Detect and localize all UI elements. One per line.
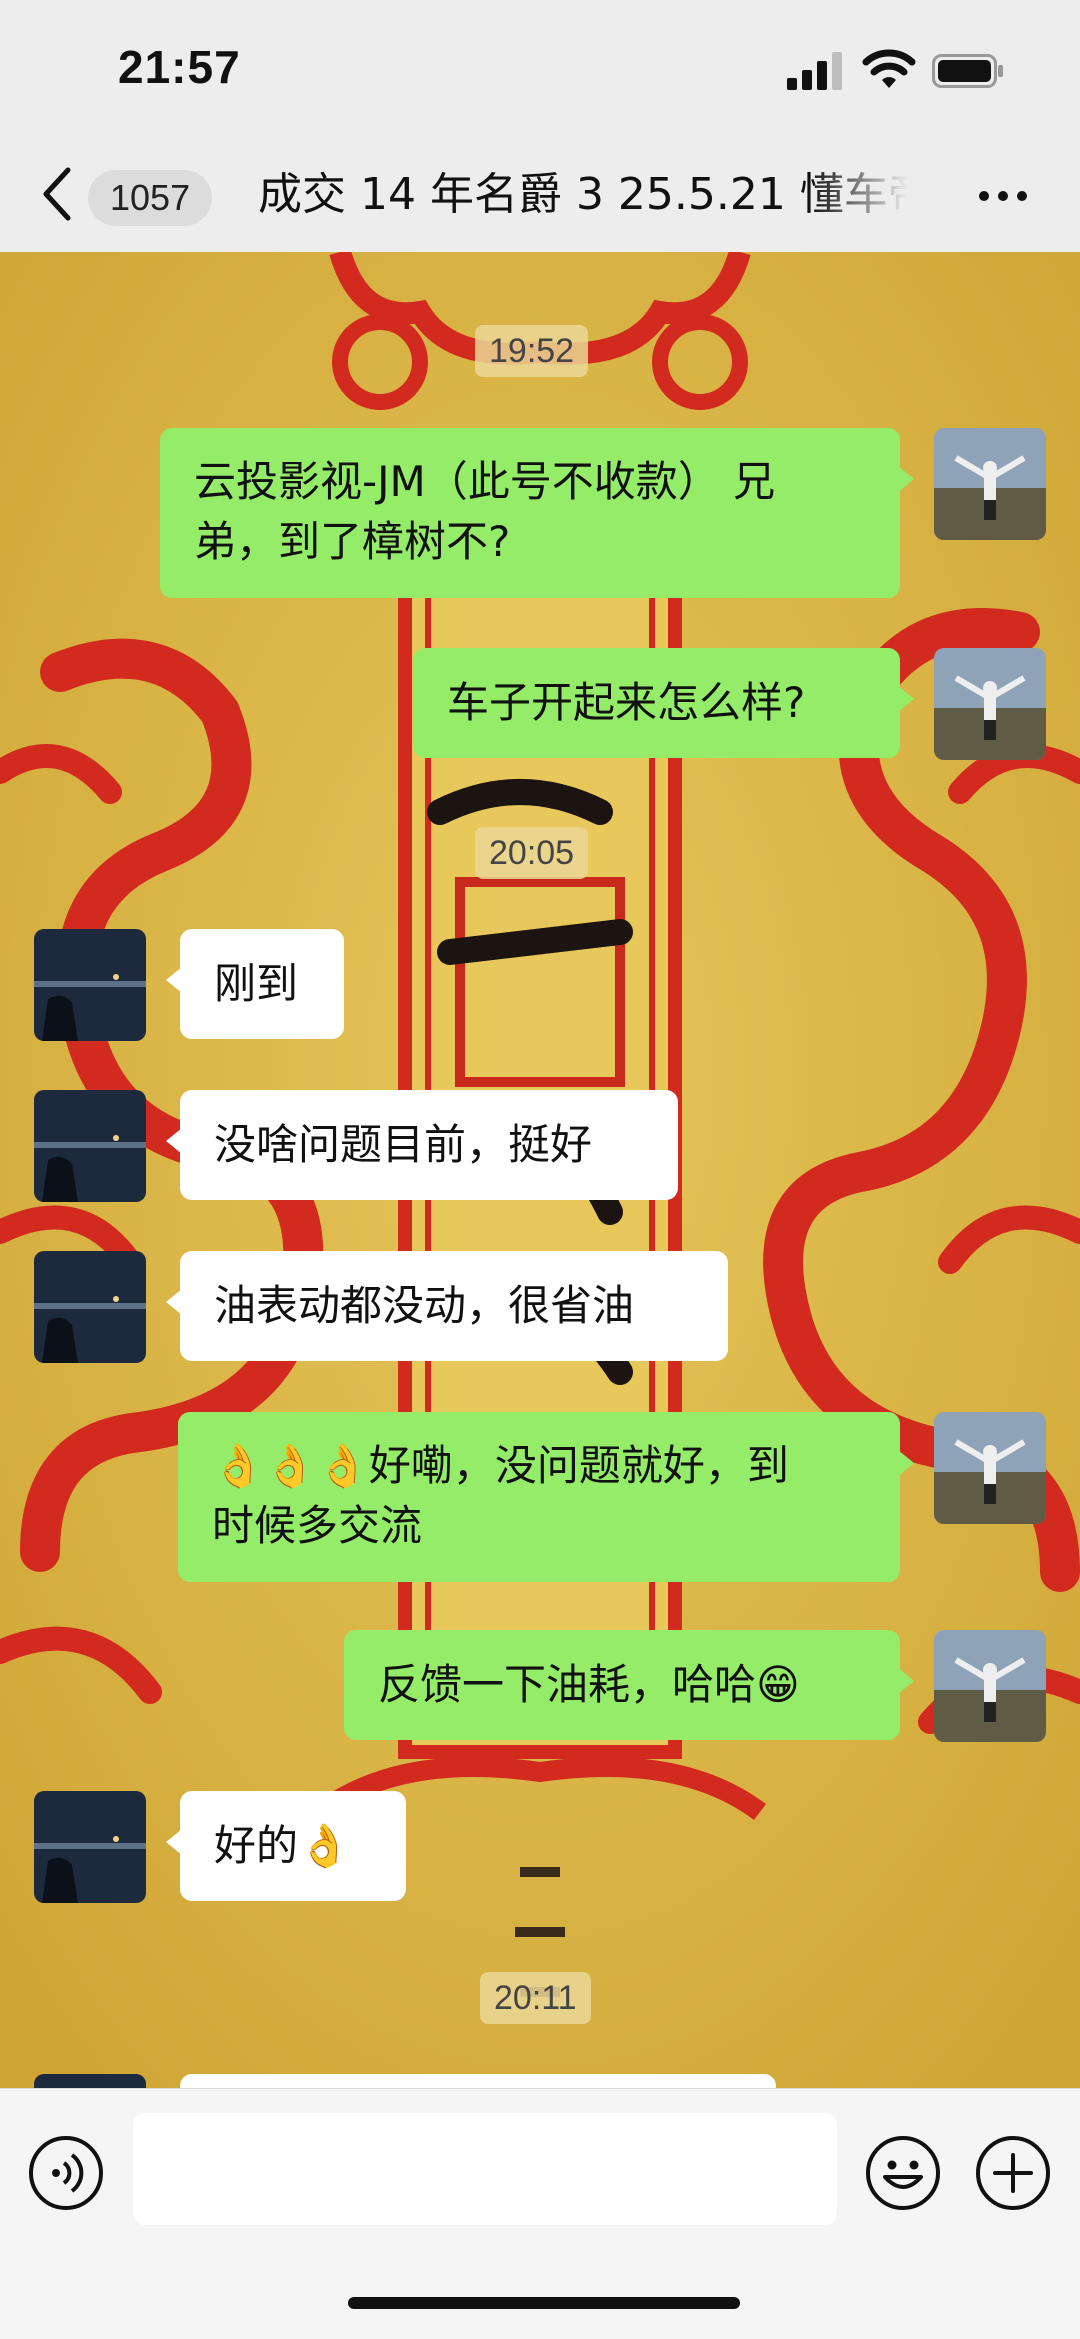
person-arms-raised-photo — [934, 1630, 1046, 1742]
message-text-line: 云投影视-JM（此号不收款） 兄 — [194, 457, 776, 506]
message-text-line: 没啥问题目前，挺好 — [214, 1120, 593, 1169]
message-input[interactable] — [133, 2113, 837, 2225]
contact-avatar[interactable] — [34, 1090, 146, 1202]
night-sea-photo — [34, 1251, 146, 1363]
person-arms-raised-photo — [934, 428, 1046, 540]
back-chevron-icon[interactable] — [38, 164, 78, 224]
message-text-line: 👌👌👌好嘞，没问题就好，到 — [212, 1441, 789, 1490]
battery-icon — [932, 54, 1003, 88]
plus-icon[interactable] — [975, 2135, 1051, 2211]
message-bubble-outgoing[interactable]: 云投影视-JM（此号不收款） 兄 弟，到了樟树不? — [160, 428, 914, 598]
more-options-icon[interactable] — [976, 170, 1030, 222]
my-avatar[interactable] — [934, 428, 1046, 540]
my-avatar[interactable] — [934, 1412, 1046, 1524]
night-sea-photo — [34, 1090, 146, 1202]
person-arms-raised-photo — [934, 1412, 1046, 1524]
voice-input-icon[interactable] — [28, 2135, 104, 2211]
night-sea-photo — [34, 929, 146, 1041]
timestamp: 20:05 — [475, 827, 589, 879]
contact-avatar[interactable] — [34, 1791, 146, 1903]
message-text-line: 好的👌 — [214, 1821, 351, 1870]
input-bar — [0, 2088, 1080, 2339]
night-sea-photo — [34, 1791, 146, 1903]
message-bubble-incoming[interactable]: 没啥问题目前，挺好 — [166, 1090, 678, 1200]
message-bubble-outgoing[interactable]: 车子开起来怎么样? — [413, 648, 914, 758]
message-bubble-incoming[interactable]: 好的👌 — [166, 1791, 406, 1901]
message-bubble-incoming[interactable]: 刚到 — [166, 929, 344, 1039]
timestamp: 19:52 — [475, 325, 589, 377]
chat-header: 1057 成交 14 年名爵 3 25.5.21 懂车帝 — [0, 140, 1080, 252]
timestamp: 20:11 — [480, 1972, 591, 2024]
message-text-line: 时候多交流 — [212, 1501, 423, 1550]
my-avatar[interactable] — [934, 1630, 1046, 1742]
my-avatar[interactable] — [934, 648, 1046, 760]
message-text-line: 车子开起来怎么样? — [447, 678, 806, 727]
status-bar: 21:57 — [0, 0, 1080, 140]
contact-avatar[interactable] — [34, 1251, 146, 1363]
message-bubble-incoming[interactable] — [180, 2074, 776, 2088]
message-text-line: 刚到 — [214, 959, 299, 1008]
person-arms-raised-photo — [934, 648, 1046, 760]
unread-count-badge[interactable]: 1057 — [88, 170, 213, 226]
message-bubble-outgoing[interactable]: 反馈一下油耗，哈哈😁 — [344, 1630, 914, 1740]
message-text-line: 弟，到了樟树不? — [194, 517, 511, 566]
message-bubble-incoming[interactable]: 油表动都没动，很省油 — [166, 1251, 728, 1361]
message-text-line: 反馈一下油耗，哈哈😁 — [378, 1660, 800, 1709]
message-text-line: 油表动都没动，很省油 — [214, 1281, 635, 1330]
contact-avatar[interactable] — [34, 2074, 146, 2088]
wifi-icon — [862, 49, 916, 88]
chat-title: 成交 14 年名爵 3 25.5.21 懂车帝 — [258, 169, 908, 220]
emoji-icon[interactable] — [865, 2135, 941, 2211]
contact-avatar[interactable] — [34, 929, 146, 1041]
home-indicator[interactable] — [348, 2297, 740, 2309]
cellular-signal-icon — [787, 52, 842, 90]
status-time: 21:57 — [118, 41, 241, 93]
message-bubble-outgoing[interactable]: 👌👌👌好嘞，没问题就好，到 时候多交流 — [178, 1412, 914, 1582]
